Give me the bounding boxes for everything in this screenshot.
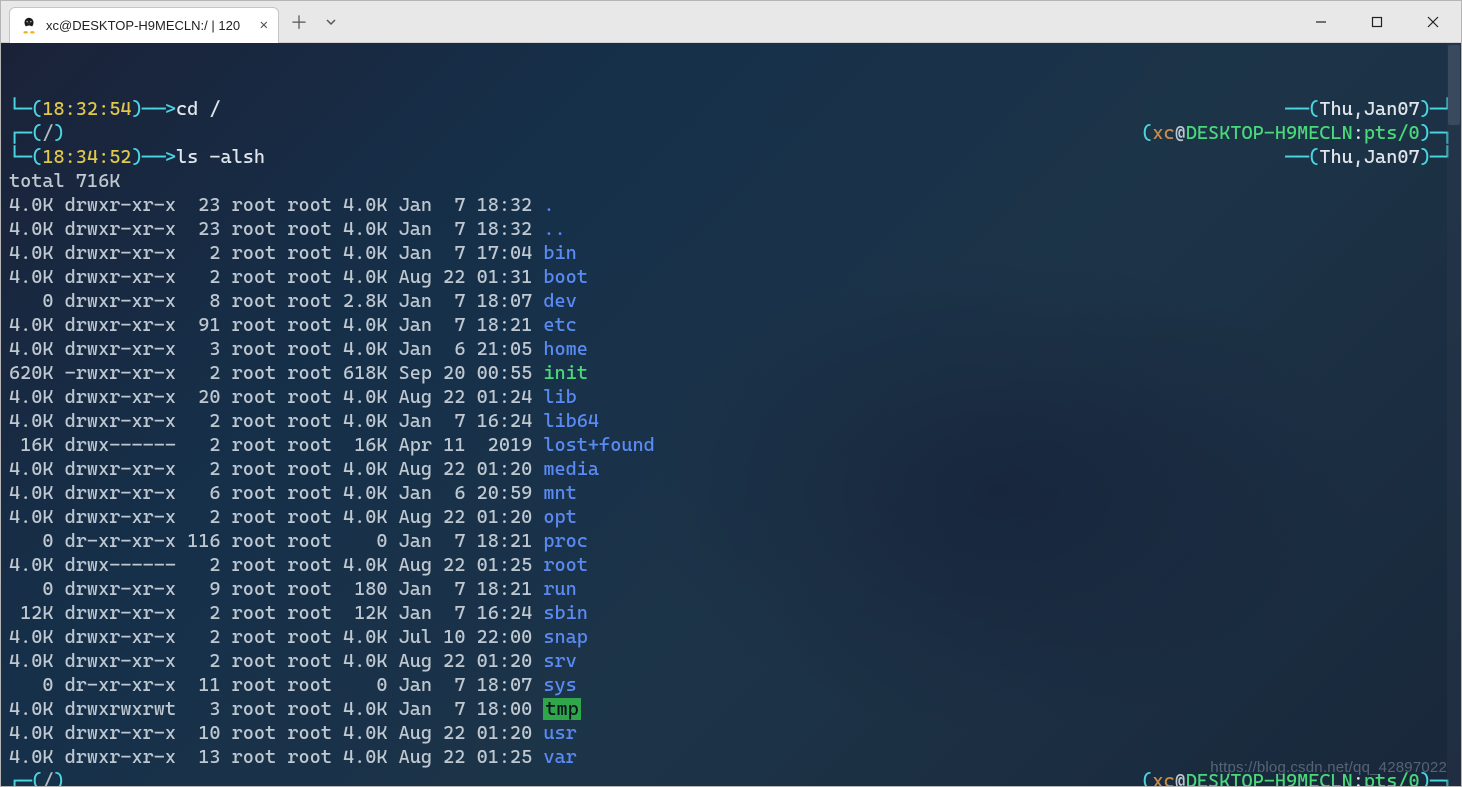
ls-entry: 0 drwxr-xr-x 8 root root 2.8K Jan 7 18:0…: [9, 289, 1453, 313]
watermark: https://blog.csdn.net/qq_42897022: [1210, 756, 1447, 780]
tux-icon: [20, 16, 38, 34]
ls-entry: 4.0K drwxr-xr-x 6 root root 4.0K Jan 6 2…: [9, 481, 1453, 505]
title-bar: xc@DESKTOP-H9MECLN:/ | 120 ✕ ＋: [1, 1, 1461, 43]
ls-entry: 620K -rwxr-xr-x 2 root root 618K Sep 20 …: [9, 361, 1453, 385]
ls-entry: 4.0K drwxr-xr-x 2 root root 4.0K Jan 7 1…: [9, 409, 1453, 433]
scrollbar[interactable]: [1447, 43, 1461, 786]
ls-entry: 4.0K drwxr-xr-x 20 root root 4.0K Aug 22…: [9, 385, 1453, 409]
ls-entry: 4.0K drwxrwxrwt 3 root root 4.0K Jan 7 1…: [9, 697, 1453, 721]
ls-entry: 0 dr-xr-xr-x 116 root root 0 Jan 7 18:21…: [9, 529, 1453, 553]
ls-entry: 4.0K drwxr-xr-x 3 root root 4.0K Jan 6 2…: [9, 337, 1453, 361]
ls-entry: 0 dr-xr-xr-x 11 root root 0 Jan 7 18:07 …: [9, 673, 1453, 697]
close-button[interactable]: [1405, 1, 1461, 42]
ls-total: total 716K: [9, 169, 1453, 193]
ls-entry: 16K drwx------ 2 root root 16K Apr 11 20…: [9, 433, 1453, 457]
app-window: xc@DESKTOP-H9MECLN:/ | 120 ✕ ＋ └─(18:32:…: [0, 0, 1462, 787]
maximize-button[interactable]: [1349, 1, 1405, 42]
minimize-button[interactable]: [1293, 1, 1349, 42]
ls-entry: 4.0K drwxr-xr-x 2 root root 4.0K Aug 22 …: [9, 265, 1453, 289]
ls-entry: 4.0K drwxr-xr-x 2 root root 4.0K Aug 22 …: [9, 649, 1453, 673]
terminal-area[interactable]: └─(18:32:54)──> cd /──(Thu,Jan07)─┘┌─(/)…: [1, 43, 1461, 786]
ls-entry: 4.0K drwx------ 2 root root 4.0K Aug 22 …: [9, 553, 1453, 577]
status-line: ┌─(/)(xc@DESKTOP-H9MECLN:pts/0)─┐: [9, 121, 1453, 145]
new-tab-button[interactable]: ＋: [283, 6, 315, 38]
ls-entry: 4.0K drwxr-xr-x 23 root root 4.0K Jan 7 …: [9, 217, 1453, 241]
ls-entry: 4.0K drwxr-xr-x 91 root root 4.0K Jan 7 …: [9, 313, 1453, 337]
ls-entry: 4.0K drwxr-xr-x 2 root root 4.0K Jan 7 1…: [9, 241, 1453, 265]
ls-entry: 12K drwxr-xr-x 2 root root 12K Jan 7 16:…: [9, 601, 1453, 625]
prompt-line: └─(18:32:54)──> cd /──(Thu,Jan07)─┘: [9, 97, 1453, 121]
window-controls: [1293, 1, 1461, 42]
ls-entry: 4.0K drwxr-xr-x 2 root root 4.0K Aug 22 …: [9, 457, 1453, 481]
tab-close-button[interactable]: ✕: [260, 17, 268, 33]
tab-dropdown-button[interactable]: [315, 6, 347, 38]
prompt-line: └─(18:34:52)──> ls -alsh──(Thu,Jan07)─┘: [9, 145, 1453, 169]
ls-entry: 4.0K drwxr-xr-x 2 root root 4.0K Jul 10 …: [9, 625, 1453, 649]
scrollbar-thumb[interactable]: [1448, 45, 1460, 125]
tab-title: xc@DESKTOP-H9MECLN:/ | 120: [46, 18, 252, 33]
ls-entry: 4.0K drwxr-xr-x 2 root root 4.0K Aug 22 …: [9, 505, 1453, 529]
ls-entry: 0 drwxr-xr-x 9 root root 180 Jan 7 18:21…: [9, 577, 1453, 601]
ls-entry: 4.0K drwxr-xr-x 23 root root 4.0K Jan 7 …: [9, 193, 1453, 217]
tab-active[interactable]: xc@DESKTOP-H9MECLN:/ | 120 ✕: [9, 7, 279, 43]
ls-entry: 4.0K drwxr-xr-x 10 root root 4.0K Aug 22…: [9, 721, 1453, 745]
